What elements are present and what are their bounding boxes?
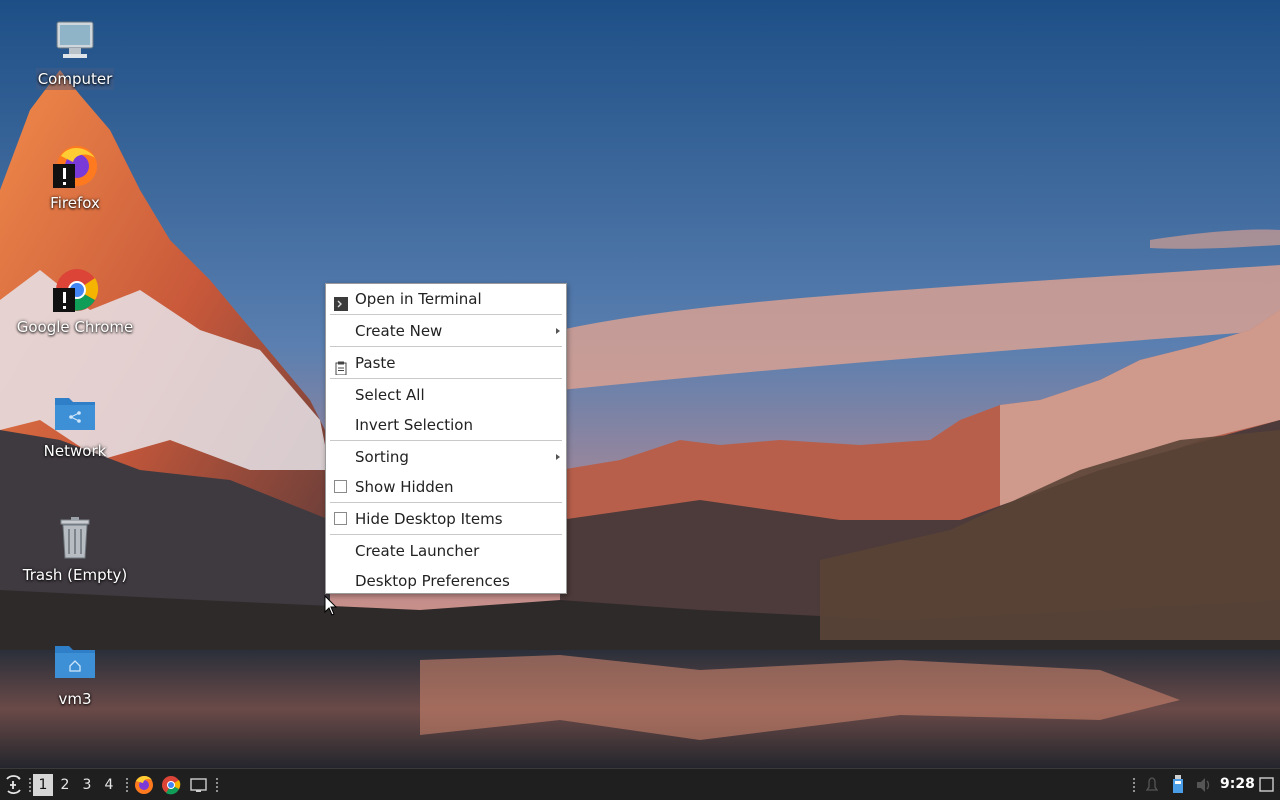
submenu-arrow-icon — [556, 454, 560, 460]
menu-item-open-in-terminal[interactable]: Open in Terminal — [326, 285, 566, 313]
workspace-1[interactable]: 1 — [33, 774, 53, 796]
menu-item-label: Desktop Preferences — [355, 572, 510, 590]
desktop-icon-label: vm3 — [58, 690, 92, 708]
menu-separator — [330, 346, 562, 347]
menu-separator — [330, 378, 562, 379]
distro-menu-icon — [6, 775, 21, 795]
terminal-icon — [334, 292, 348, 311]
menu-item-select-all[interactable]: Select All — [326, 381, 566, 409]
menu-item-label: Show Hidden — [355, 478, 454, 496]
desktop-icon-label: Computer — [35, 68, 115, 90]
menu-separator — [330, 314, 562, 315]
desktop-icon-network[interactable]: Network — [10, 390, 140, 462]
menu-item-label: Paste — [355, 354, 396, 372]
clock[interactable]: 9:28 — [1220, 769, 1255, 800]
chrome-icon — [162, 776, 181, 795]
desktop-icon-google-chrome[interactable]: Google Chrome — [10, 266, 140, 338]
menu-item-label: Create New — [355, 322, 443, 340]
menu-item-create-new[interactable]: Create New — [326, 317, 566, 345]
hide-desktop-items-checkbox[interactable] — [334, 512, 347, 525]
workspace-3[interactable]: 3 — [77, 774, 97, 796]
menu-separator — [330, 502, 562, 503]
taskbar-chrome-launcher[interactable] — [159, 769, 183, 800]
panel-separator — [216, 777, 218, 793]
removable-drive-icon — [1173, 775, 1183, 793]
trash-icon — [51, 514, 99, 562]
volume-icon — [1197, 778, 1210, 792]
panel-separator — [1133, 777, 1135, 793]
desktop-icon-label: Google Chrome — [16, 318, 134, 336]
home-folder-icon — [51, 638, 99, 686]
menu-item-create-launcher[interactable]: Create Launcher — [326, 537, 566, 565]
submenu-arrow-icon — [556, 328, 560, 334]
network-folder-icon — [51, 390, 99, 438]
computer-icon — [51, 18, 99, 66]
desktop-icon-firefox[interactable]: Firefox — [10, 142, 140, 214]
menu-item-desktop-preferences[interactable]: Desktop Preferences — [326, 567, 566, 595]
window-list-icon — [1259, 777, 1274, 792]
menu-item-show-hidden[interactable]: Show Hidden — [326, 473, 566, 501]
menu-item-label: Invert Selection — [355, 416, 473, 434]
desktop[interactable]: Computer Firefox Google Chrome Network T… — [0, 0, 1280, 768]
menu-item-invert-selection[interactable]: Invert Selection — [326, 411, 566, 439]
show-hidden-checkbox[interactable] — [334, 480, 347, 493]
desktop-icon-trash[interactable]: Trash (Empty) — [10, 514, 140, 586]
workspace-2[interactable]: 2 — [55, 774, 75, 796]
chrome-icon — [51, 266, 99, 314]
desktop-icon-vm3[interactable]: vm3 — [10, 638, 140, 710]
taskbar-show-desktop-button[interactable] — [187, 769, 211, 800]
workspace-4[interactable]: 4 — [99, 774, 119, 796]
menu-item-label: Hide Desktop Items — [355, 510, 503, 528]
tray-volume[interactable] — [1193, 769, 1215, 800]
menu-item-paste[interactable]: Paste — [326, 349, 566, 377]
panel-separator — [126, 777, 128, 793]
desktop-icon-label: Trash (Empty) — [22, 566, 128, 584]
desktop-icon-computer[interactable]: Computer — [10, 18, 140, 90]
mouse-cursor-icon — [324, 595, 338, 616]
menu-item-sorting[interactable]: Sorting — [326, 443, 566, 471]
menu-separator — [330, 534, 562, 535]
desktop-icon-label: Network — [43, 442, 107, 460]
tray-removable-drive[interactable] — [1167, 769, 1189, 800]
desktop-context-menu: Open in Terminal Create New Paste Select… — [325, 283, 567, 594]
wallpaper — [0, 0, 1280, 768]
menu-item-label: Sorting — [355, 448, 409, 466]
taskbar-firefox-launcher[interactable] — [132, 769, 156, 800]
start-menu-button[interactable] — [2, 769, 26, 800]
taskbar: 1 2 3 4 9:28 — [0, 768, 1280, 800]
notifications-icon — [1145, 777, 1159, 791]
firefox-icon — [51, 142, 99, 190]
menu-separator — [330, 440, 562, 441]
show-desktop-icon — [190, 778, 207, 792]
tray-notifications[interactable] — [1141, 769, 1163, 800]
menu-item-hide-desktop-items[interactable]: Hide Desktop Items — [326, 505, 566, 533]
menu-item-label: Create Launcher — [355, 542, 480, 560]
menu-item-label: Open in Terminal — [355, 290, 482, 308]
clipboard-icon — [334, 356, 348, 376]
taskbar-window-button[interactable] — [1256, 769, 1278, 800]
menu-item-label: Select All — [355, 386, 425, 404]
desktop-icon-label: Firefox — [50, 194, 100, 212]
panel-separator — [29, 777, 31, 793]
firefox-icon — [135, 775, 153, 794]
